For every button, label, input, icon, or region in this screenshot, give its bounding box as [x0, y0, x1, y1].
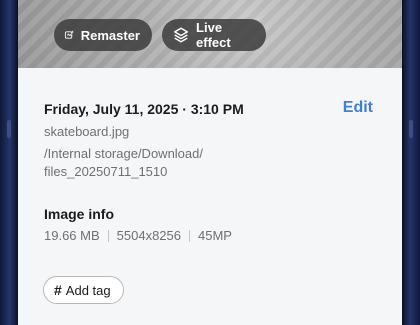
add-tag-label: Add tag [65, 282, 111, 298]
frame-notch [7, 120, 11, 138]
add-tag-button[interactable]: # Add tag [43, 276, 124, 304]
frame-notch [409, 120, 413, 138]
capture-datetime: Friday, July 11, 2025 · 3:10 PM [44, 101, 244, 117]
live-effect-label: Live effect [196, 20, 231, 50]
hash-icon: # [54, 282, 62, 298]
megapixels: 45MP [198, 228, 232, 243]
file-size: 19.66 MB [44, 228, 100, 243]
layers-icon [173, 27, 189, 43]
image-resolution: 5504x8256 [116, 228, 181, 243]
image-info-title: Image info [44, 206, 115, 222]
image-info-row: 19.66 MB 5504x8256 45MP [44, 228, 232, 243]
edit-details-button[interactable]: Edit [343, 99, 373, 117]
details-sheet: Friday, July 11, 2025 · 3:10 PM Edit ska… [18, 68, 402, 325]
remaster-button[interactable]: Remaster [54, 19, 152, 51]
sparkle-image-icon [64, 30, 74, 39]
divider [107, 229, 109, 242]
live-effect-button[interactable]: Live effect [162, 19, 266, 51]
file-name: skateboard.jpg [44, 124, 130, 139]
device-frame-right [402, 0, 420, 325]
device-screen: Remaster Live effect Friday, July 11, 20… [0, 0, 420, 325]
device-frame-left [0, 0, 18, 325]
photo-preview[interactable]: Remaster Live effect [18, 0, 402, 68]
divider [189, 229, 190, 242]
file-path[interactable]: /Internal storage/Download/ files_202507… [44, 145, 274, 181]
remaster-label: Remaster [80, 27, 140, 43]
